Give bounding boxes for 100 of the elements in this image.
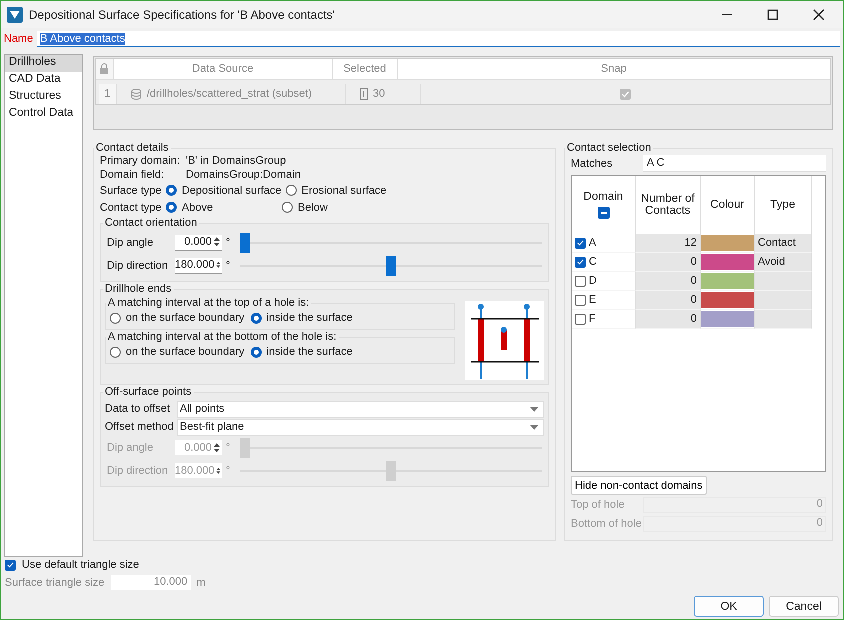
field-label: Surface type	[100, 184, 163, 196]
field-label: Contact type	[100, 202, 163, 214]
radio-option[interactable]: on the surface boundary	[110, 312, 251, 324]
colour-swatch[interactable]	[701, 254, 754, 270]
group-title: Contact orientation	[104, 217, 198, 229]
close-icon[interactable]	[813, 8, 825, 20]
unit-label: °	[226, 236, 232, 248]
ok-button[interactable]: OK	[694, 596, 764, 617]
group-title: Off-surface points	[104, 386, 193, 398]
sidebar-item[interactable]: Control Data	[5, 106, 82, 123]
unit-label: °	[226, 260, 232, 272]
slider[interactable]	[240, 256, 542, 276]
slider-handle[interactable]	[386, 256, 396, 276]
column-header: Snap	[600, 62, 628, 77]
matches-field[interactable]: A C	[643, 155, 826, 172]
colour-swatch[interactable]	[701, 311, 754, 327]
collapse-all-button[interactable]	[598, 207, 610, 219]
group-title: Contact selection	[566, 142, 652, 154]
name-field[interactable]: B Above contacts	[37, 31, 840, 47]
cancel-button[interactable]: Cancel	[769, 596, 839, 617]
group-title: Contact details	[95, 142, 170, 154]
domain-checkbox[interactable]	[575, 256, 586, 268]
colour-swatch[interactable]	[701, 292, 754, 308]
slider[interactable]	[240, 460, 542, 480]
radio-option[interactable]: Erosional surface	[286, 184, 402, 196]
slider[interactable]	[240, 438, 542, 458]
sidebar-item[interactable]: Drillholes	[5, 55, 82, 72]
row-number: 1	[104, 88, 111, 100]
database-icon	[131, 88, 142, 100]
radio-option[interactable]: on the surface boundary	[110, 346, 251, 358]
field-label: Dip direction	[107, 260, 170, 272]
field-label: Dip angle	[107, 236, 154, 248]
hide-domains-button[interactable]: Hide non-contact domains	[571, 476, 707, 495]
radio-option[interactable]: Depositional surface	[166, 184, 286, 196]
field-value: 'B' in DomainsGroup	[186, 155, 286, 167]
domain-checkbox[interactable]	[575, 238, 586, 248]
domain-checkbox[interactable]	[575, 314, 586, 324]
radio-option[interactable]: Above	[166, 202, 282, 214]
checkbox-label[interactable]: Use default triangle size	[22, 559, 140, 571]
group-title: Drillhole ends	[104, 283, 173, 295]
table-cell: 0	[636, 253, 701, 272]
snap-checkbox[interactable]	[620, 88, 631, 100]
table-cell: C	[589, 256, 597, 268]
window-title: Depositional Surface Specifications for 'B Above contacts'	[29, 8, 336, 22]
table-cell: Avoid	[755, 253, 812, 272]
domain-checkbox[interactable]	[575, 276, 586, 286]
field-label: Data to offset	[105, 403, 172, 415]
lock-icon	[100, 63, 109, 75]
slider-handle[interactable]	[240, 232, 250, 252]
table-cell: F	[589, 313, 596, 325]
field-label: Dip angle	[107, 442, 154, 454]
table-cell: E	[589, 294, 596, 306]
group-title: A matching interval at the bottom of the hole is:	[107, 331, 338, 343]
unit-label: °	[226, 442, 232, 454]
caret-icon	[530, 406, 539, 412]
maximize-icon[interactable]	[767, 8, 779, 20]
radio-option[interactable]: inside the surface	[250, 346, 359, 358]
field-label: Dip direction	[107, 464, 170, 476]
field-label: Offset method	[105, 421, 175, 433]
column-header: Domain	[584, 191, 624, 203]
radio-option[interactable]: Below	[282, 202, 398, 214]
table-cell: 0	[636, 272, 701, 291]
read-only-field: 0	[643, 496, 826, 512]
column-header: Colour	[701, 176, 755, 234]
field-value: DomainsGroup:Domain	[186, 169, 301, 181]
spin-box[interactable]: 180.000	[175, 258, 222, 274]
table-cell: /drillholes/scattered_strat (subset)	[147, 88, 312, 100]
table-cell: 12	[636, 234, 701, 253]
unit-label: m	[196, 576, 206, 588]
domain-checkbox[interactable]	[575, 294, 586, 306]
radio-option[interactable]: inside the surface	[250, 312, 359, 324]
list-icon	[360, 88, 368, 100]
field-label: Top of hole	[571, 498, 626, 510]
read-only-field: 0	[643, 516, 826, 532]
colour-swatch[interactable]	[701, 273, 754, 289]
group-title: A matching interval at the top of a hole is:	[107, 297, 310, 309]
sidebar-item[interactable]: Structures	[5, 89, 82, 106]
field-label: Bottom of hole	[571, 518, 643, 530]
field-label: Surface triangle size	[5, 576, 105, 588]
triangle-size-field[interactable]: 10.000	[110, 575, 191, 590]
name-label: Name	[4, 33, 34, 45]
table-cell: D	[589, 275, 597, 287]
table-cell: A	[589, 237, 596, 249]
spin-box[interactable]: 0.000	[175, 234, 222, 250]
unit-label: °	[226, 464, 232, 476]
slider[interactable]	[240, 232, 542, 252]
sidebar-item[interactable]: CAD Data	[5, 72, 82, 89]
colour-swatch[interactable]	[701, 235, 754, 251]
table-cell: Contact	[755, 234, 812, 253]
dropdown[interactable]: All points	[177, 400, 544, 418]
caret-icon	[530, 424, 539, 430]
table-cell: 30	[373, 88, 386, 100]
table-cell: 0	[636, 310, 701, 329]
field-label: Matches	[571, 158, 614, 170]
app-icon	[7, 6, 23, 22]
field-label: Domain field:	[100, 169, 166, 181]
table-cell: 0	[636, 291, 701, 310]
dropdown[interactable]: Best-fit plane	[177, 418, 544, 436]
field-label: Primary domain:	[100, 155, 182, 167]
checkbox[interactable]	[5, 560, 16, 570]
